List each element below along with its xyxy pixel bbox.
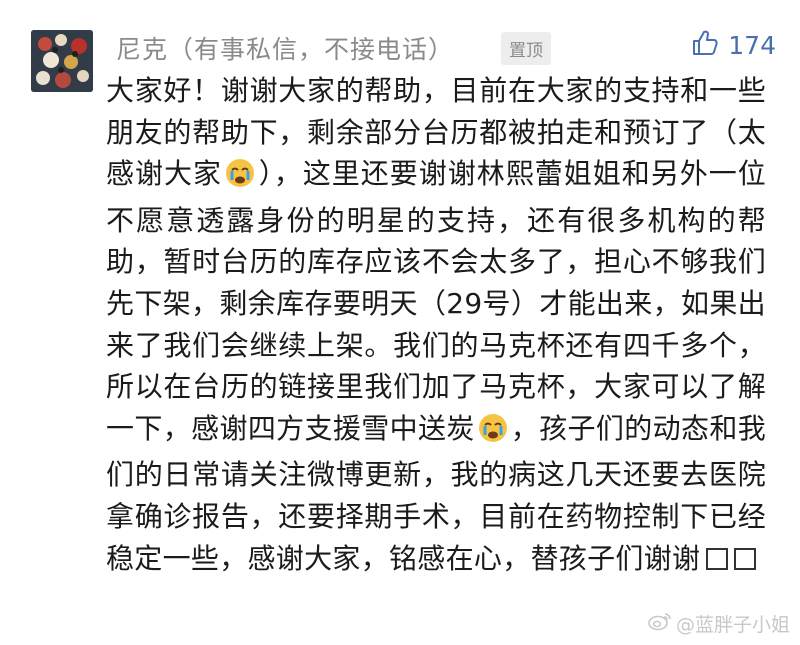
missing-glyph-box-icon xyxy=(734,547,757,570)
pinned-badge: 置顶 xyxy=(501,32,551,65)
thumbs-up-icon xyxy=(690,28,720,62)
comment-text-part-2: ），这里还要谢谢林熙蕾姐姐和另外一位不愿意透露身份的明星的支持，还有很多机构的帮… xyxy=(106,157,766,445)
weibo-logo-icon xyxy=(648,611,672,636)
comment-header: 尼克（有事私信，不接电话） 置顶 174 xyxy=(116,28,780,68)
comment-body: 大家好！谢谢大家的帮助，目前在大家的支持和一些朋友的帮助下，剩余部分台历都被拍走… xyxy=(106,70,766,579)
like-count: 174 xyxy=(728,30,776,60)
crying-face-emoji-icon xyxy=(225,158,255,200)
crying-face-emoji-icon xyxy=(478,413,508,455)
watermark: @蓝胖子小姐 xyxy=(648,610,790,637)
missing-glyph-box-icon xyxy=(706,547,729,570)
username[interactable]: 尼克（有事私信，不接电话） xyxy=(116,30,454,66)
avatar[interactable] xyxy=(31,30,93,92)
watermark-text: @蓝胖子小姐 xyxy=(675,614,790,636)
like-button[interactable]: 174 xyxy=(690,28,776,62)
